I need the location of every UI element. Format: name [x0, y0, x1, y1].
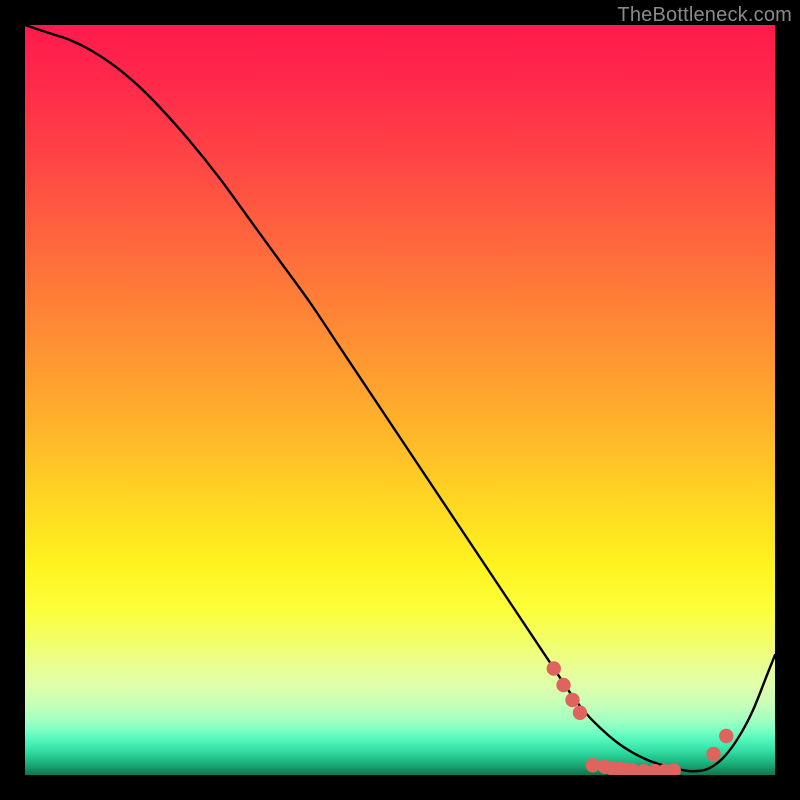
curve-path — [25, 25, 775, 771]
data-marker — [667, 763, 681, 775]
data-marker — [547, 661, 561, 675]
data-marker — [556, 678, 570, 692]
plot-area — [25, 25, 775, 775]
data-marker — [706, 747, 720, 761]
data-marker — [565, 693, 579, 707]
data-marker — [573, 706, 587, 720]
marker-group — [547, 661, 734, 775]
chart-frame: TheBottleneck.com — [0, 0, 800, 800]
chart-svg — [25, 25, 775, 775]
data-marker — [719, 729, 733, 743]
watermark-text: TheBottleneck.com — [617, 4, 792, 27]
